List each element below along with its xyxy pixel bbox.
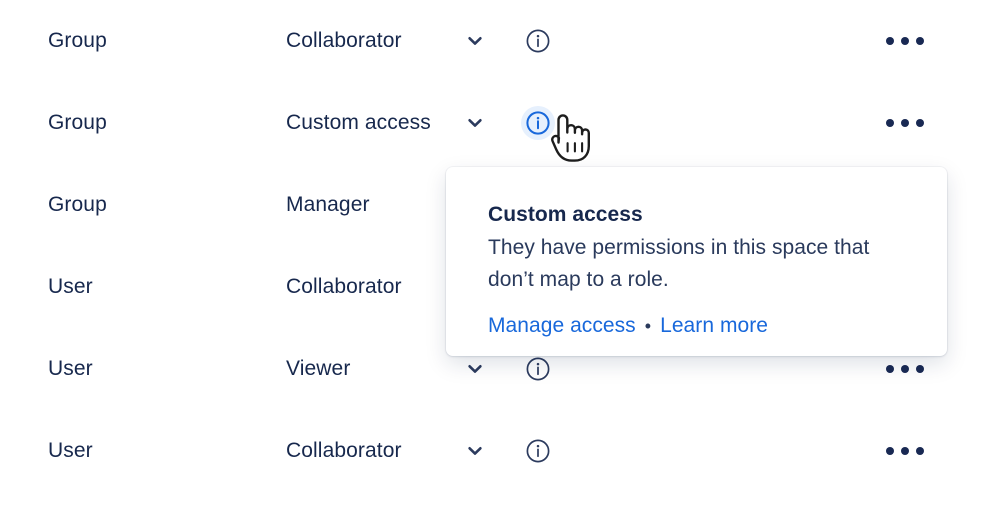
more-actions-icon[interactable] bbox=[884, 438, 926, 464]
more-dot bbox=[886, 365, 894, 373]
role-label[interactable]: Collaborator bbox=[286, 28, 402, 54]
table-row: Group Collaborator bbox=[0, 0, 999, 82]
more-dot bbox=[901, 37, 909, 45]
link-separator: • bbox=[644, 316, 652, 336]
principal-type-label: User bbox=[48, 357, 93, 380]
more-dot bbox=[886, 447, 894, 455]
popover-links: Manage access • Learn more bbox=[488, 313, 907, 339]
principal-type-label: Group bbox=[48, 193, 107, 216]
popover-title: Custom access bbox=[488, 203, 643, 226]
principal-type-label: User bbox=[48, 275, 93, 298]
principal-type-label: Group bbox=[48, 111, 107, 134]
more-dot bbox=[916, 119, 924, 127]
principal-type-label: User bbox=[48, 439, 93, 462]
learn-more-link[interactable]: Learn more bbox=[660, 313, 768, 339]
role-label[interactable]: Collaborator bbox=[286, 438, 402, 464]
more-dot bbox=[916, 447, 924, 455]
role-label[interactable]: Collaborator bbox=[286, 274, 402, 300]
manage-access-link[interactable]: Manage access bbox=[488, 313, 636, 339]
chevron-down-icon[interactable] bbox=[462, 28, 488, 54]
more-dot bbox=[901, 447, 909, 455]
custom-access-popover: Custom access They have permissions in t… bbox=[446, 167, 947, 356]
role-label[interactable]: Manager bbox=[286, 192, 370, 218]
more-dot bbox=[901, 365, 909, 373]
more-dot bbox=[916, 37, 924, 45]
info-circle-icon[interactable] bbox=[521, 106, 555, 140]
popover-description: They have permissions in this space that… bbox=[488, 236, 870, 291]
chevron-down-icon[interactable] bbox=[462, 356, 488, 382]
table-row: Group Custom access bbox=[0, 82, 999, 164]
more-actions-icon[interactable] bbox=[884, 356, 926, 382]
chevron-down-icon[interactable] bbox=[462, 438, 488, 464]
role-label[interactable]: Viewer bbox=[286, 356, 350, 382]
role-label[interactable]: Custom access bbox=[286, 110, 431, 136]
permissions-screen: Group Collaborator Group Custom access Group… bbox=[0, 0, 999, 508]
info-circle-icon[interactable] bbox=[521, 352, 555, 386]
info-circle-icon[interactable] bbox=[521, 24, 555, 58]
more-dot bbox=[901, 119, 909, 127]
more-actions-icon[interactable] bbox=[884, 28, 926, 54]
more-dot bbox=[886, 119, 894, 127]
more-actions-icon[interactable] bbox=[884, 110, 926, 136]
principal-type-label: Group bbox=[48, 29, 107, 52]
more-dot bbox=[916, 365, 924, 373]
chevron-down-icon[interactable] bbox=[462, 110, 488, 136]
table-row: User Collaborator bbox=[0, 410, 999, 492]
info-circle-icon[interactable] bbox=[521, 434, 555, 468]
more-dot bbox=[886, 37, 894, 45]
